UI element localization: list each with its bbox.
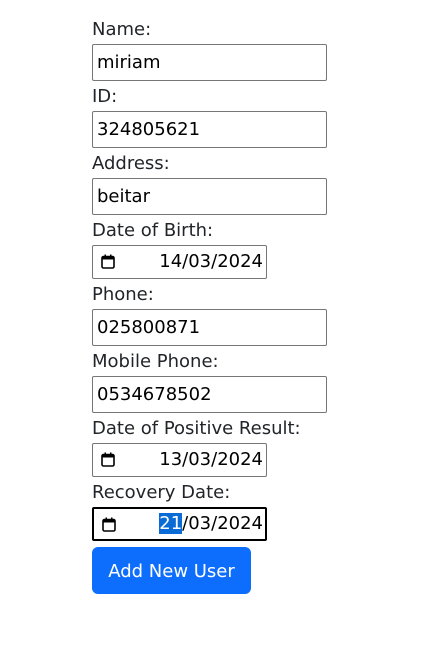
date-of-birth-value: 14/03/2024 [159, 251, 263, 272]
recovery-date-value: 21/03/2024 [159, 509, 263, 539]
recovery-date-month-year[interactable]: /03/2024 [182, 513, 263, 534]
calendar-icon[interactable] [101, 254, 115, 269]
mobile-phone-label: Mobile Phone: [92, 351, 219, 372]
name-input[interactable]: miriam [92, 44, 327, 81]
calendar-icon[interactable] [102, 517, 116, 532]
calendar-icon[interactable] [101, 452, 115, 467]
add-new-user-button[interactable]: Add New User [92, 547, 251, 594]
recovery-date-label: Recovery Date: [92, 482, 231, 503]
date-of-birth-label: Date of Birth: [92, 220, 214, 241]
phone-input[interactable]: 025800871 [92, 309, 327, 346]
phone-label: Phone: [92, 284, 154, 305]
recovery-date-day-segment[interactable]: 21 [159, 513, 183, 534]
address-input[interactable]: beitar [92, 178, 327, 215]
mobile-phone-input[interactable]: 0534678502 [92, 376, 327, 413]
date-of-positive-result-label: Date of Positive Result: [92, 418, 301, 439]
recovery-date-input[interactable]: 21/03/2024 [92, 507, 267, 541]
name-label: Name: [92, 19, 152, 40]
date-of-positive-result-value: 13/03/2024 [159, 449, 263, 470]
date-of-birth-input[interactable]: 14/03/2024 [92, 245, 267, 279]
date-of-positive-result-input[interactable]: 13/03/2024 [92, 443, 267, 477]
address-label: Address: [92, 153, 170, 174]
id-label: ID: [92, 86, 118, 107]
user-form: Name: miriam ID: 324805621 Address: beit… [92, 18, 332, 594]
id-input[interactable]: 324805621 [92, 111, 327, 148]
